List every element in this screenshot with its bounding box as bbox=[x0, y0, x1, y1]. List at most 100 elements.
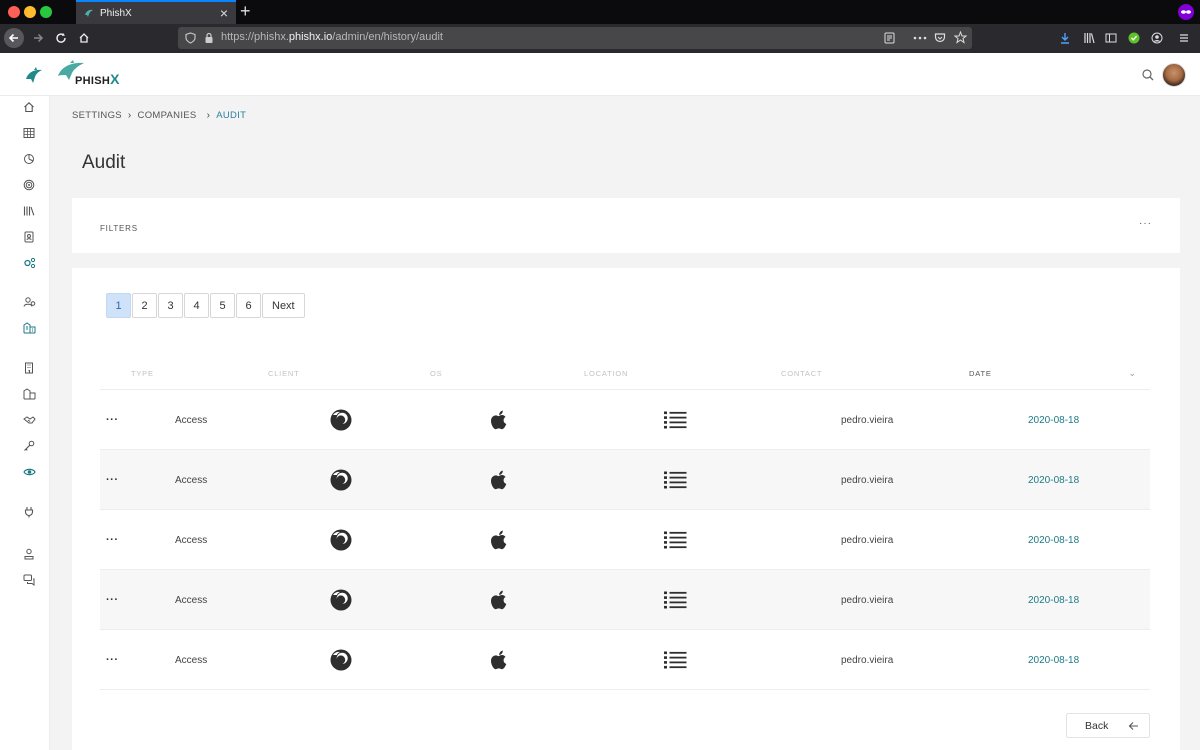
filters-more-icon[interactable]: ··· bbox=[1139, 218, 1152, 229]
back-button[interactable]: Back bbox=[1066, 713, 1150, 738]
sidebar-integrations-plug-icon[interactable] bbox=[22, 505, 36, 519]
browser-forward-icon[interactable] bbox=[28, 28, 48, 48]
app-header: PHISHX bbox=[0, 53, 1200, 96]
table-row[interactable]: ··· Access pedro.vieira 2020-08-18 bbox=[100, 630, 1150, 690]
table-row[interactable]: ··· Access pedro.vieira 2020-08-18 bbox=[100, 510, 1150, 570]
page-actions-icon[interactable] bbox=[913, 36, 927, 40]
home-icon[interactable] bbox=[74, 28, 94, 48]
row-menu-icon[interactable]: ··· bbox=[106, 570, 119, 630]
row-date-link[interactable]: 2020-08-18 bbox=[1028, 630, 1079, 690]
row-menu-icon[interactable]: ··· bbox=[106, 630, 119, 690]
list-icon bbox=[663, 630, 687, 690]
sidebar-handshake-icon[interactable] bbox=[22, 413, 36, 427]
sidebar-campaigns-icon[interactable] bbox=[22, 178, 36, 192]
sidebar-home-icon[interactable] bbox=[22, 100, 36, 114]
private-browsing-icon bbox=[1178, 4, 1194, 20]
sidebar-toggle-icon[interactable] bbox=[1101, 28, 1121, 48]
sidebar-building-icon[interactable] bbox=[22, 361, 36, 375]
sidebar-library-icon[interactable] bbox=[22, 204, 36, 218]
table-row[interactable]: ··· Access pedro.vieira 2020-08-18 bbox=[100, 390, 1150, 450]
sidebar-contacts-icon[interactable] bbox=[22, 230, 36, 244]
row-date-link[interactable]: 2020-08-18 bbox=[1028, 450, 1079, 510]
library-icon[interactable] bbox=[1079, 28, 1099, 48]
filters-panel[interactable]: FILTERS ··· bbox=[72, 198, 1180, 253]
sidebar-chat-icon[interactable] bbox=[22, 573, 36, 587]
shield-icon[interactable] bbox=[185, 32, 196, 44]
breadcrumb-settings-link[interactable]: SETTINGS bbox=[72, 110, 122, 121]
column-header-location[interactable]: LOCATION bbox=[584, 369, 628, 378]
sidebar-settings-icon[interactable] bbox=[22, 256, 36, 270]
apple-icon bbox=[489, 570, 509, 630]
hamburger-menu-icon[interactable] bbox=[1174, 28, 1194, 48]
apple-icon bbox=[489, 630, 509, 690]
row-date-link[interactable]: 2020-08-18 bbox=[1028, 510, 1079, 570]
sidebar-key-icon[interactable] bbox=[22, 439, 36, 453]
table-row[interactable]: ··· Access pedro.vieira 2020-08-18 bbox=[100, 570, 1150, 630]
next-page-button[interactable]: Next bbox=[262, 293, 305, 318]
pagination: 1 2 3 4 5 6 Next bbox=[106, 293, 306, 318]
sidebar-companies-icon[interactable] bbox=[22, 321, 36, 335]
sidebar-dashboard-icon[interactable] bbox=[22, 126, 36, 140]
column-header-type[interactable]: TYPE bbox=[131, 369, 154, 378]
row-date-link[interactable]: 2020-08-18 bbox=[1028, 390, 1079, 450]
column-header-client[interactable]: CLIENT bbox=[268, 369, 299, 378]
app-logo-text[interactable]: PHISHX bbox=[75, 71, 120, 87]
list-icon bbox=[663, 450, 687, 510]
bookmark-star-icon[interactable] bbox=[954, 31, 967, 44]
sidebar-users-icon[interactable] bbox=[22, 295, 36, 309]
sidebar-offices-icon[interactable] bbox=[22, 387, 36, 401]
sidebar bbox=[0, 96, 50, 750]
breadcrumb-companies-link[interactable]: COMPANIES bbox=[138, 110, 197, 121]
filters-label: FILTERS bbox=[100, 224, 138, 233]
row-menu-icon[interactable]: ··· bbox=[106, 390, 119, 450]
page-button-6[interactable]: 6 bbox=[236, 293, 261, 318]
close-window-button[interactable] bbox=[8, 6, 20, 18]
minimize-window-button[interactable] bbox=[24, 6, 36, 18]
extension-check-icon[interactable] bbox=[1124, 28, 1144, 48]
address-bar[interactable]: https://phishx.phishx.io/admin/en/histor… bbox=[178, 27, 972, 49]
browser-back-icon[interactable] bbox=[4, 28, 24, 48]
pocket-icon[interactable] bbox=[934, 32, 946, 44]
new-tab-icon[interactable]: + bbox=[240, 1, 251, 21]
browser-tab[interactable]: PhishX × bbox=[76, 0, 236, 24]
browser-nav-bar: https://phishx.phishx.io/admin/en/histor… bbox=[0, 24, 1200, 53]
breadcrumb: SETTINGS › COMPANIES › AUDIT bbox=[72, 110, 246, 121]
column-header-contact[interactable]: CONTACT bbox=[781, 369, 822, 378]
downloads-icon[interactable] bbox=[1055, 28, 1075, 48]
page-button-2[interactable]: 2 bbox=[132, 293, 157, 318]
tab-title: PhishX bbox=[100, 7, 132, 19]
back-button-label: Back bbox=[1085, 719, 1109, 732]
url-text: https://phishx.phishx.io/admin/en/histor… bbox=[221, 31, 443, 43]
row-menu-icon[interactable]: ··· bbox=[106, 450, 119, 510]
page-button-3[interactable]: 3 bbox=[158, 293, 183, 318]
page-title: Audit bbox=[82, 152, 126, 173]
list-icon bbox=[663, 570, 687, 630]
column-header-os[interactable]: OS bbox=[430, 369, 442, 378]
reader-view-icon[interactable] bbox=[884, 32, 895, 44]
page-button-1[interactable]: 1 bbox=[106, 293, 131, 318]
lock-icon[interactable] bbox=[204, 32, 214, 44]
row-menu-icon[interactable]: ··· bbox=[106, 510, 119, 570]
column-header-date[interactable]: DATE bbox=[969, 369, 992, 378]
account-icon[interactable] bbox=[1147, 28, 1167, 48]
dolphin-logo-icon[interactable] bbox=[24, 67, 44, 85]
row-date-link[interactable]: 2020-08-18 bbox=[1028, 570, 1079, 630]
sort-chevron-down-icon[interactable]: ⌄ bbox=[1128, 368, 1136, 379]
page-button-5[interactable]: 5 bbox=[210, 293, 235, 318]
table-row[interactable]: ··· Access pedro.vieira 2020-08-18 bbox=[100, 450, 1150, 510]
table-header: TYPE CLIENT OS LOCATION CONTACT DATE ⌄ bbox=[100, 368, 1150, 390]
list-icon bbox=[663, 390, 687, 450]
sidebar-audit-eye-icon[interactable] bbox=[22, 465, 36, 479]
sidebar-reports-icon[interactable] bbox=[22, 152, 36, 166]
phishx-favicon-icon bbox=[85, 9, 93, 17]
page-button-4[interactable]: 4 bbox=[184, 293, 209, 318]
reload-icon[interactable] bbox=[51, 28, 71, 48]
row-type: Access bbox=[175, 414, 208, 426]
maximize-window-button[interactable] bbox=[40, 6, 52, 18]
close-tab-icon[interactable]: × bbox=[220, 5, 228, 21]
sidebar-profile-icon[interactable] bbox=[22, 547, 36, 561]
firefox-icon bbox=[330, 510, 352, 570]
breadcrumb-audit-current: AUDIT bbox=[216, 110, 247, 121]
user-avatar[interactable] bbox=[1162, 63, 1186, 87]
search-icon[interactable] bbox=[1142, 69, 1154, 81]
